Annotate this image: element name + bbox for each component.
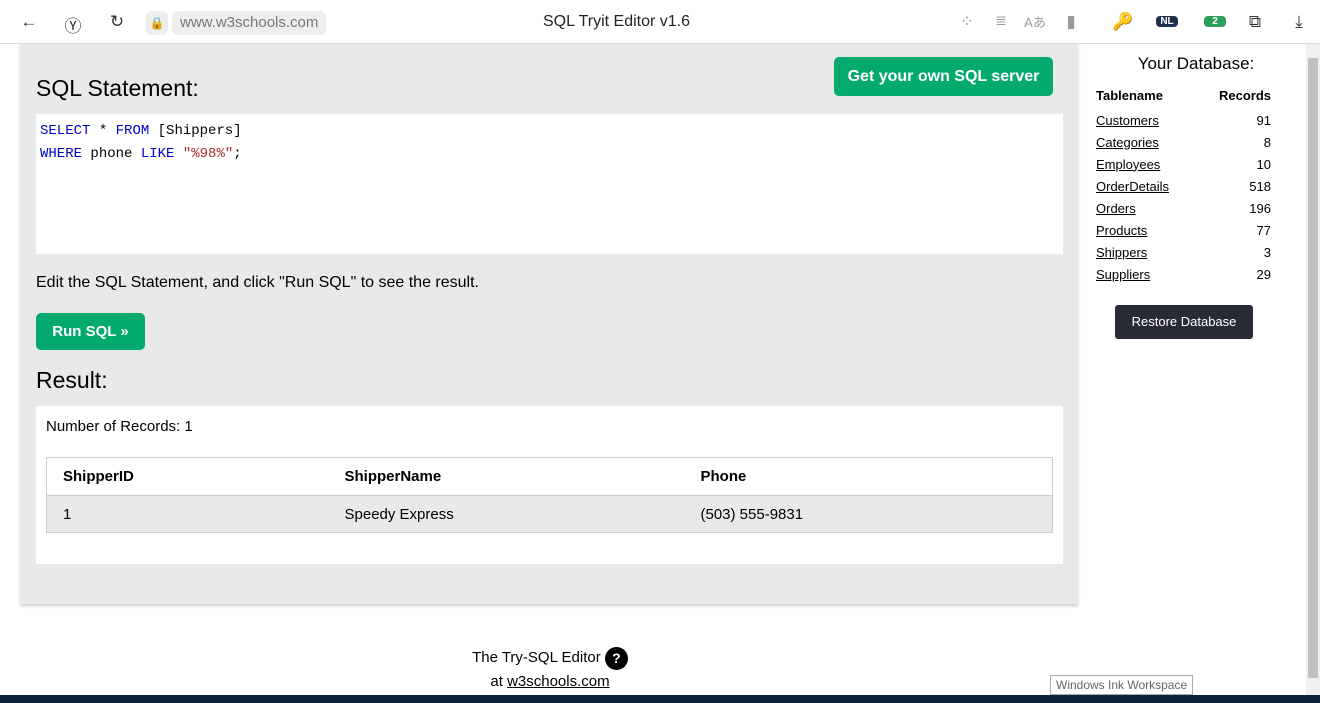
result-table: ShipperID ShipperName Phone 1 Speedy Exp…: [46, 457, 1053, 533]
result-heading: Result:: [36, 367, 108, 393]
tablename-header: Tablename: [1096, 88, 1163, 103]
help-icon[interactable]: ?: [604, 646, 628, 670]
table-link[interactable]: OrderDetails: [1096, 179, 1169, 194]
cell: 1: [46, 495, 329, 533]
code-token: phone: [82, 146, 141, 162]
table-header: ShipperID ShipperName Phone: [46, 457, 1053, 496]
record-count: Number of Records: 1: [46, 418, 193, 435]
records-header: Records: [1218, 88, 1271, 103]
apps-icon[interactable]: ⁘: [956, 12, 978, 32]
browser-toolbar: ← Ⓨ ↻ 🔒 www.w3schools.com SQL Tryit Edit…: [0, 0, 1320, 44]
code-token: ;: [233, 146, 242, 162]
yandex-icon[interactable]: Ⓨ: [62, 12, 84, 37]
column-header: ShipperID: [46, 457, 329, 496]
code-token: [Shippers]: [149, 123, 242, 139]
cell: Speedy Express: [328, 495, 685, 533]
download-icon[interactable]: ⤓: [1288, 12, 1310, 32]
scrollbar-thumb[interactable]: [1308, 58, 1318, 678]
page-title: SQL Tryit Editor v1.6: [543, 13, 691, 30]
table-link[interactable]: Customers: [1096, 113, 1159, 128]
cell: (503) 555-9831: [684, 495, 1053, 533]
result-panel: Number of Records: 1 ShipperID ShipperNa…: [36, 406, 1063, 564]
tooltip: Windows Ink Workspace: [1050, 675, 1194, 695]
code-token: LIKE: [140, 146, 175, 162]
extensions-icon[interactable]: ⧉: [1244, 12, 1266, 32]
editor-panel: SQL Statement: Get your own SQL server S…: [20, 44, 1078, 604]
bookmark-icon[interactable]: ▮: [1060, 12, 1082, 32]
address-bar[interactable]: www.w3schools.com: [172, 11, 327, 35]
vpn-extension-icon[interactable]: NL: [1156, 16, 1178, 27]
record-count: 196: [1249, 200, 1271, 216]
sql-editor[interactable]: SELECT * FROM [Shippers] WHERE phone LIK…: [36, 114, 1063, 254]
record-count: 77: [1256, 222, 1271, 238]
record-count: 91: [1256, 112, 1271, 128]
footer: The Try-SQL Editor ? at w3schools.com: [0, 646, 1100, 694]
code-token: "%98%": [174, 146, 234, 162]
db-row: OrderDetails 518: [1096, 175, 1271, 197]
column-header: Phone: [684, 457, 1053, 496]
db-row: Shippers 3: [1096, 241, 1271, 263]
db-row: Products 77: [1096, 219, 1271, 241]
restore-database-button[interactable]: Restore Database: [1115, 305, 1253, 339]
footer-text: The Try-SQL Editor: [472, 649, 601, 666]
db-row: Orders 196: [1096, 197, 1271, 219]
table-link[interactable]: Shippers: [1096, 245, 1147, 260]
sql-statement-heading: SQL Statement:: [36, 75, 199, 101]
shield-extension-icon[interactable]: 2: [1204, 16, 1226, 27]
table-link[interactable]: Categories: [1096, 135, 1159, 150]
reload-icon[interactable]: ↻: [106, 12, 128, 32]
code-token: *: [90, 123, 116, 139]
db-row: Suppliers 29: [1096, 263, 1271, 285]
db-row: Categories 8: [1096, 131, 1271, 153]
table-link[interactable]: Products: [1096, 223, 1147, 238]
table-link[interactable]: Suppliers: [1096, 267, 1150, 282]
get-sql-server-button[interactable]: Get your own SQL server: [834, 57, 1053, 96]
code-token: FROM: [115, 123, 150, 139]
db-row: Employees 10: [1096, 153, 1271, 175]
code-token: SELECT: [40, 123, 91, 139]
w3schools-link[interactable]: w3schools.com: [507, 673, 610, 690]
table-link[interactable]: Employees: [1096, 157, 1160, 172]
table-row: 1 Speedy Express (503) 555-9831: [46, 495, 1053, 533]
instruction-text: Edit the SQL Statement, and click "Run S…: [36, 274, 479, 291]
password-key-icon[interactable]: 🔑: [1112, 12, 1134, 32]
table-link[interactable]: Orders: [1096, 201, 1136, 216]
reader-icon[interactable]: ≣: [990, 12, 1012, 29]
record-count: 29: [1256, 266, 1271, 282]
db-row: Customers 91: [1096, 109, 1271, 131]
record-count: 518: [1249, 178, 1271, 194]
run-sql-button[interactable]: Run SQL »: [36, 313, 145, 350]
sidebar-title: Your Database:: [1137, 54, 1255, 73]
database-sidebar: Your Database: Tablename Records Customer…: [1086, 44, 1306, 339]
column-header: ShipperName: [328, 457, 685, 496]
taskbar: [0, 695, 1320, 703]
footer-at: at: [490, 673, 508, 690]
record-count: 10: [1256, 156, 1271, 172]
record-count: 3: [1263, 244, 1271, 260]
database-table: Tablename Records Customers 91 Categories 8…: [1096, 88, 1271, 285]
record-count: 8: [1263, 134, 1271, 150]
code-token: WHERE: [40, 146, 83, 162]
lock-icon[interactable]: 🔒: [146, 11, 168, 35]
back-icon[interactable]: ←: [18, 12, 40, 32]
translate-icon[interactable]: Aあ: [1024, 12, 1046, 31]
scrollbar[interactable]: [1306, 44, 1320, 695]
